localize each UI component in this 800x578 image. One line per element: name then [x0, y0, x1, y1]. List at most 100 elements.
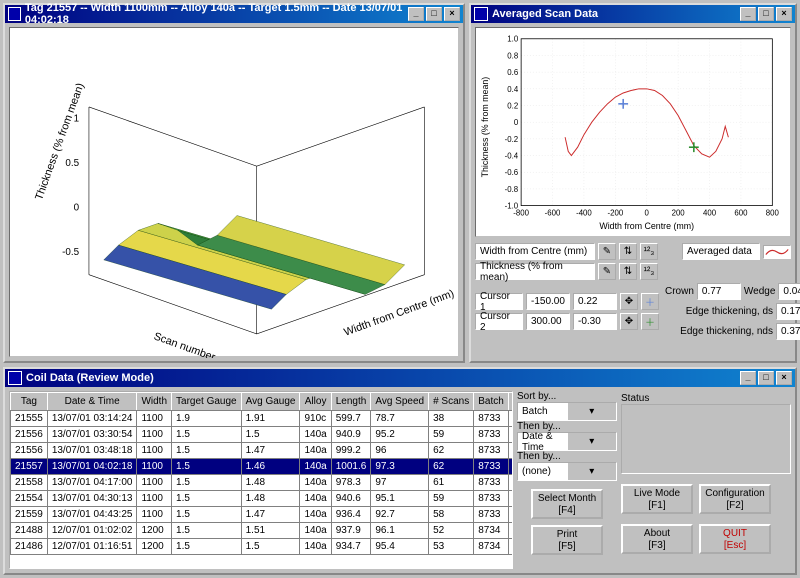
- print-button[interactable]: Print[F5]: [531, 525, 603, 555]
- table-cell[interactable]: 1001.6: [331, 459, 371, 475]
- scan-titlebar[interactable]: Averaged Scan Data _ □ ×: [471, 5, 795, 23]
- table-cell[interactable]: 940.6: [331, 491, 371, 507]
- table-cell[interactable]: 1171A762: [508, 459, 513, 475]
- table-cell[interactable]: 97.3: [371, 459, 429, 475]
- table-cell[interactable]: 1171A712: [508, 507, 513, 523]
- live-mode-button[interactable]: Live Mode[F1]: [621, 484, 693, 514]
- configuration-button[interactable]: Configuration[F2]: [699, 484, 771, 514]
- table-cell[interactable]: 1200: [137, 523, 172, 539]
- table-cell[interactable]: 96: [371, 443, 429, 459]
- table-cell[interactable]: 13/07/01 04:02:18: [47, 459, 137, 475]
- table-cell[interactable]: 1171A721: [508, 475, 513, 491]
- table-cell[interactable]: 1.5: [172, 539, 242, 555]
- close-button[interactable]: ×: [776, 371, 792, 385]
- table-cell[interactable]: 52: [429, 523, 474, 539]
- table-cell[interactable]: 12/07/01 01:02:02: [47, 523, 137, 539]
- move-cursor-icon[interactable]: ✥: [620, 313, 638, 330]
- x-axis-selector[interactable]: Width from Centre (mm): [475, 243, 595, 260]
- table-cell[interactable]: 95.2: [371, 427, 429, 443]
- table-cell[interactable]: 21557: [11, 459, 48, 475]
- column-header[interactable]: Batch: [474, 393, 509, 411]
- table-cell[interactable]: 38: [429, 411, 474, 427]
- table-cell[interactable]: 1100: [137, 443, 172, 459]
- table-cell[interactable]: 1.47: [241, 507, 300, 523]
- table-cell[interactable]: 140a: [300, 427, 331, 443]
- table-cell[interactable]: 999.2: [331, 443, 371, 459]
- column-header[interactable]: Date & Time: [47, 393, 137, 411]
- table-cell[interactable]: 78.7: [371, 411, 429, 427]
- coil-table[interactable]: TagDate & TimeWidthTarget GaugeAvg Gauge…: [10, 392, 513, 555]
- table-cell[interactable]: 21488: [11, 523, 48, 539]
- table-cell[interactable]: 21558: [11, 475, 48, 491]
- quit-button[interactable]: QUIT[Esc]: [699, 524, 771, 554]
- table-cell[interactable]: 1171C742: [508, 491, 513, 507]
- table-cell[interactable]: 1171C761: [508, 411, 513, 427]
- table-cell[interactable]: 13/07/01 03:14:24: [47, 411, 137, 427]
- table-cell[interactable]: 8733: [474, 507, 509, 523]
- table-cell[interactable]: 1174C211: [508, 523, 513, 539]
- table-cell[interactable]: 937.9: [331, 523, 371, 539]
- table-cell[interactable]: 978.3: [331, 475, 371, 491]
- table-row[interactable]: 2155413/07/01 04:30:1311001.51.48140a940…: [11, 491, 514, 507]
- table-cell[interactable]: 96.1: [371, 523, 429, 539]
- table-cell[interactable]: 95.1: [371, 491, 429, 507]
- table-cell[interactable]: 21556: [11, 443, 48, 459]
- sort-by-combo[interactable]: Batch▾: [517, 402, 617, 421]
- table-cell[interactable]: 910c: [300, 411, 331, 427]
- column-header[interactable]: # Scans: [429, 393, 474, 411]
- column-header[interactable]: Alloy: [300, 393, 331, 411]
- table-row[interactable]: 2155513/07/01 03:14:2411001.91.91910c599…: [11, 411, 514, 427]
- close-button[interactable]: ×: [444, 7, 460, 21]
- table-cell[interactable]: 934.7: [331, 539, 371, 555]
- axis-scale-icon[interactable]: ⇅: [619, 243, 637, 260]
- cursor1-y[interactable]: 0.22: [573, 293, 617, 310]
- table-cell[interactable]: 1100: [137, 475, 172, 491]
- column-header[interactable]: Width: [137, 393, 172, 411]
- column-header[interactable]: Target Gauge: [172, 393, 242, 411]
- axis-scale-icon[interactable]: ⇅: [619, 263, 637, 280]
- table-cell[interactable]: 1.5: [172, 475, 242, 491]
- table-cell[interactable]: 1.5: [172, 427, 242, 443]
- y-axis-selector[interactable]: Thickness (% from mean): [475, 263, 595, 280]
- table-cell[interactable]: 140a: [300, 491, 331, 507]
- table-cell[interactable]: 140a: [300, 443, 331, 459]
- table-cell[interactable]: 1100: [137, 411, 172, 427]
- column-header[interactable]: Length: [331, 393, 371, 411]
- table-cell[interactable]: 8733: [474, 491, 509, 507]
- table-cell[interactable]: 1.5: [241, 539, 300, 555]
- table-cell[interactable]: 8733: [474, 475, 509, 491]
- table-cell[interactable]: 12/07/01 01:16:51: [47, 539, 137, 555]
- column-header[interactable]: Cast: [508, 393, 513, 411]
- chevron-down-icon[interactable]: ▾: [567, 463, 617, 480]
- table-cell[interactable]: 1.48: [241, 475, 300, 491]
- column-header[interactable]: Tag: [11, 393, 48, 411]
- table-cell[interactable]: 936.4: [331, 507, 371, 523]
- cursor1-x[interactable]: -150.00: [526, 293, 570, 310]
- axis-config-icon[interactable]: ✎: [598, 243, 616, 260]
- table-cell[interactable]: 13/07/01 04:30:13: [47, 491, 137, 507]
- then-by-2-combo[interactable]: (none)▾: [517, 462, 617, 481]
- table-cell[interactable]: 21555: [11, 411, 48, 427]
- select-month-button[interactable]: Select Month[F4]: [531, 489, 603, 519]
- table-cell[interactable]: 92.7: [371, 507, 429, 523]
- table-cell[interactable]: 1171A761: [508, 443, 513, 459]
- table-cell[interactable]: 1.51: [241, 523, 300, 539]
- close-button[interactable]: ×: [776, 7, 792, 21]
- table-cell[interactable]: 140a: [300, 475, 331, 491]
- table-cell[interactable]: 59: [429, 427, 474, 443]
- table-cell[interactable]: 599.7: [331, 411, 371, 427]
- table-cell[interactable]: 53: [429, 539, 474, 555]
- table-row[interactable]: 2155913/07/01 04:43:2511001.51.47140a936…: [11, 507, 514, 523]
- table-cell[interactable]: 13/07/01 03:30:54: [47, 427, 137, 443]
- minimize-button[interactable]: _: [408, 7, 424, 21]
- maximize-button[interactable]: □: [758, 371, 774, 385]
- table-cell[interactable]: 8733: [474, 427, 509, 443]
- axis-format-icon[interactable]: ¹²₃: [640, 263, 658, 280]
- table-cell[interactable]: 13/07/01 03:48:18: [47, 443, 137, 459]
- surface-plot-area[interactable]: 10.50-0.5 Thickness (% from mean) Scan n…: [9, 27, 459, 357]
- cursor1-glyph-icon[interactable]: ＋: [641, 293, 659, 310]
- legend-swatch-icon[interactable]: [763, 245, 791, 259]
- table-cell[interactable]: 21486: [11, 539, 48, 555]
- minimize-button[interactable]: _: [740, 371, 756, 385]
- table-cell[interactable]: 940.9: [331, 427, 371, 443]
